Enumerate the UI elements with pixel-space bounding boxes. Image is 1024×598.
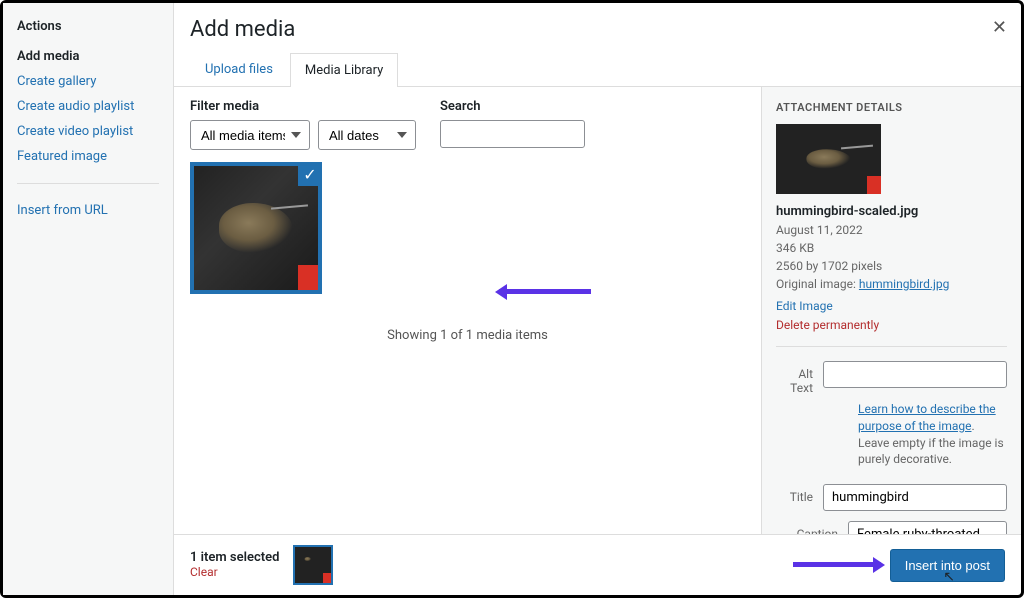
media-browser: Filter media All media items All dates S… (174, 87, 761, 534)
alt-text-input[interactable] (823, 361, 1007, 388)
tabs: Upload files Media Library (174, 52, 1021, 87)
modal-title: Add media (190, 17, 1005, 42)
title-label: Title (776, 484, 823, 504)
tab-upload-files[interactable]: Upload files (190, 52, 288, 86)
annotation-arrow-thumbnail (499, 289, 591, 294)
attachment-details: ATTACHMENT DETAILS hummingbird-scaled.jp… (761, 87, 1021, 534)
detail-date: August 11, 2022 (776, 221, 1007, 239)
modal-footer: 1 item selected Clear Insert into post ↖ (174, 534, 1021, 595)
filter-date[interactable]: All dates (318, 120, 416, 150)
detail-dimensions: 2560 by 1702 pixels (776, 257, 1007, 275)
actions-sidebar: Actions Add media Create gallery Create … (3, 3, 174, 595)
sidebar-item-insert-from-url[interactable]: Insert from URL (17, 198, 159, 223)
edit-image-link[interactable]: Edit Image (776, 299, 833, 313)
clear-selection-link[interactable]: Clear (190, 565, 218, 579)
actions-heading: Actions (17, 19, 159, 34)
sidebar-item-add-media[interactable]: Add media (17, 44, 159, 69)
filter-media-label: Filter media (190, 99, 416, 114)
detail-preview (776, 124, 881, 194)
alt-help-text: Learn how to describe the purpose of the… (858, 401, 1007, 468)
detail-filename: hummingbird-scaled.jpg (776, 204, 1007, 219)
detail-size: 346 KB (776, 239, 1007, 257)
details-heading: ATTACHMENT DETAILS (776, 101, 1007, 114)
media-thumbnail[interactable]: ✓ (190, 162, 322, 294)
cursor-icon: ↖ (943, 569, 955, 585)
sidebar-item-featured-image[interactable]: Featured image (17, 144, 159, 169)
tab-media-library[interactable]: Media Library (290, 53, 398, 87)
alt-help-link[interactable]: Learn how to describe the purpose of the… (858, 402, 996, 433)
modal-header: Add media ✕ (174, 3, 1021, 42)
detail-original-label: Original image: (776, 277, 859, 291)
sidebar-item-create-gallery[interactable]: Create gallery (17, 69, 159, 94)
close-icon[interactable]: ✕ (992, 17, 1007, 38)
annotation-arrow-insert (793, 562, 881, 567)
detail-meta: August 11, 2022 346 KB 2560 by 1702 pixe… (776, 221, 1007, 293)
search-input[interactable] (440, 120, 585, 148)
detail-original-link[interactable]: hummingbird.jpg (859, 277, 949, 291)
selection-thumbnail[interactable] (293, 545, 333, 585)
delete-permanently-link[interactable]: Delete permanently (776, 318, 1007, 332)
caption-input[interactable]: Female ruby-throated hummingbird. (848, 521, 1007, 534)
showing-count: Showing 1 of 1 media items (190, 328, 745, 343)
main-panel: Add media ✕ Upload files Media Library F… (174, 3, 1021, 595)
search-label: Search (440, 99, 585, 114)
caption-label: Caption (776, 521, 848, 534)
sidebar-item-create-audio-playlist[interactable]: Create audio playlist (17, 94, 159, 119)
sidebar-item-create-video-playlist[interactable]: Create video playlist (17, 119, 159, 144)
alt-text-label: Alt Text (776, 361, 823, 395)
check-icon[interactable]: ✓ (298, 162, 322, 186)
title-input[interactable] (823, 484, 1007, 511)
filter-media-type[interactable]: All media items (190, 120, 310, 150)
selected-count: 1 item selected (190, 550, 279, 565)
